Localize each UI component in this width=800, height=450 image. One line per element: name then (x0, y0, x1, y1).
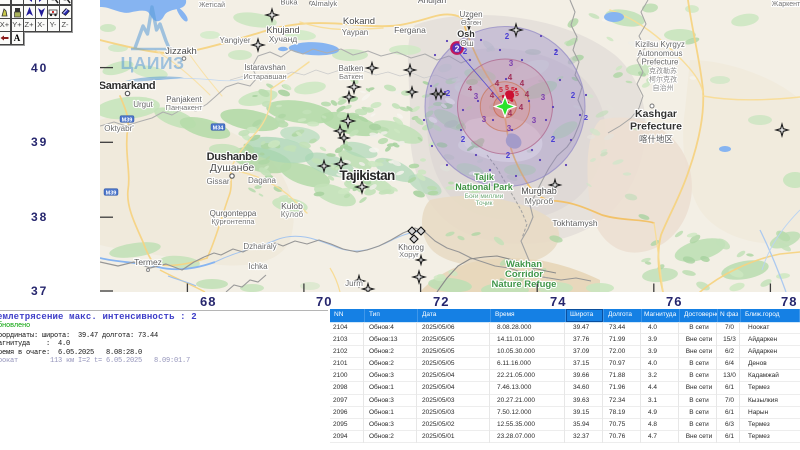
svg-text:5: 5 (515, 91, 519, 98)
svg-text:Мургоб: Мургоб (525, 196, 554, 206)
svg-text:2: 2 (551, 135, 556, 144)
svg-text:4: 4 (508, 109, 513, 118)
svg-text:2: 2 (455, 43, 460, 53)
svg-text:Prefecture: Prefecture (630, 121, 682, 133)
svg-text:Өзгөн: Өзгөн (461, 18, 481, 27)
svg-text:Жаркент: Жаркент (772, 1, 800, 8)
svg-text:Боғи миллии: Боғи миллии (465, 193, 504, 200)
svg-text:Tajik: Tajik (474, 172, 495, 182)
svg-text:3: 3 (509, 59, 514, 68)
svg-text:Истаравшан: Истаравшан (243, 72, 286, 81)
svg-text:National Park: National Park (455, 182, 514, 192)
svg-text:5: 5 (499, 87, 503, 94)
svg-text:3: 3 (541, 93, 546, 102)
svg-text:2: 2 (505, 32, 510, 41)
svg-text:Nature Refuge: Nature Refuge (492, 279, 557, 290)
svg-text:Kizilsu Kyrgyz: Kizilsu Kyrgyz (635, 40, 685, 49)
svg-text:Хучанд: Хучанд (269, 34, 298, 44)
svg-text:Istaravshan: Istaravshan (244, 63, 285, 72)
svg-text:Панчакент: Панчакент (166, 103, 203, 112)
svg-text:Samarkand: Samarkand (100, 80, 155, 92)
svg-text:4: 4 (520, 79, 525, 88)
svg-text:Murghab: Murghab (521, 186, 557, 196)
svg-text:M39: M39 (106, 191, 117, 197)
svg-text:2: 2 (446, 89, 451, 98)
svg-text:Oktyabr': Oktyabr' (104, 124, 134, 133)
svg-text:2: 2 (461, 135, 466, 144)
svg-text:2: 2 (571, 91, 576, 100)
svg-text:喀什地区: 喀什地区 (639, 134, 674, 144)
svg-text:Жетісай: Жетісай (199, 1, 225, 9)
svg-text:4: 4 (508, 73, 513, 82)
svg-text:Қӯрғонтеппа: Қӯрғонтеппа (211, 217, 255, 226)
svg-text:Душанбе: Душанбе (210, 162, 255, 174)
svg-text:Tajikistan: Tajikistan (339, 168, 395, 183)
svg-text:Хоруғ: Хоруғ (399, 250, 419, 259)
svg-text:2: 2 (506, 151, 511, 160)
svg-text:Prefecture: Prefecture (642, 58, 679, 67)
svg-text:Urgut: Urgut (133, 100, 153, 109)
svg-text:Gissar: Gissar (206, 177, 229, 186)
svg-text:Dagana: Dagana (248, 176, 277, 185)
svg-text:Jizzakh: Jizzakh (165, 46, 197, 57)
svg-text:Andijan: Andijan (418, 0, 447, 5)
svg-text:Kokand: Kokand (343, 16, 375, 27)
svg-text:2: 2 (554, 48, 559, 57)
svg-text:Yaypan: Yaypan (342, 28, 369, 37)
svg-text:Almalyk: Almalyk (311, 0, 338, 8)
svg-text:Dzhairaly: Dzhairaly (243, 242, 276, 251)
svg-text:3: 3 (532, 116, 537, 125)
svg-text:Tokhtamysh: Tokhtamysh (552, 218, 598, 228)
svg-text:克孜勒苏: 克孜勒苏 (649, 66, 677, 75)
svg-text:Fergana: Fergana (394, 25, 426, 35)
svg-text:3: 3 (507, 124, 512, 133)
svg-text:柯尔克孜: 柯尔克孜 (649, 75, 677, 84)
svg-text:Termez: Termez (134, 257, 162, 267)
svg-text:2: 2 (584, 113, 588, 122)
svg-text:4: 4 (490, 91, 495, 100)
svg-text:3: 3 (482, 115, 487, 124)
svg-text:Тоҷик: Тоҷик (476, 200, 493, 207)
svg-text:Jurm: Jurm (345, 279, 363, 288)
svg-text:Buka: Buka (280, 0, 298, 7)
svg-text:自治州: 自治州 (653, 83, 674, 92)
svg-text:4: 4 (525, 90, 530, 99)
svg-text:4: 4 (519, 103, 524, 112)
svg-text:Кӯлоб: Кӯлоб (281, 210, 304, 219)
svg-text:Kashgar: Kashgar (635, 108, 677, 120)
svg-text:Yangiyer: Yangiyer (220, 36, 251, 45)
svg-text:3: 3 (474, 92, 479, 101)
svg-text:Баткен: Баткен (339, 72, 363, 81)
svg-text:Ош: Ош (460, 38, 474, 48)
svg-text:M34: M34 (213, 126, 225, 132)
svg-text:Ichka: Ichka (248, 262, 268, 271)
svg-text:M39: M39 (122, 118, 133, 124)
